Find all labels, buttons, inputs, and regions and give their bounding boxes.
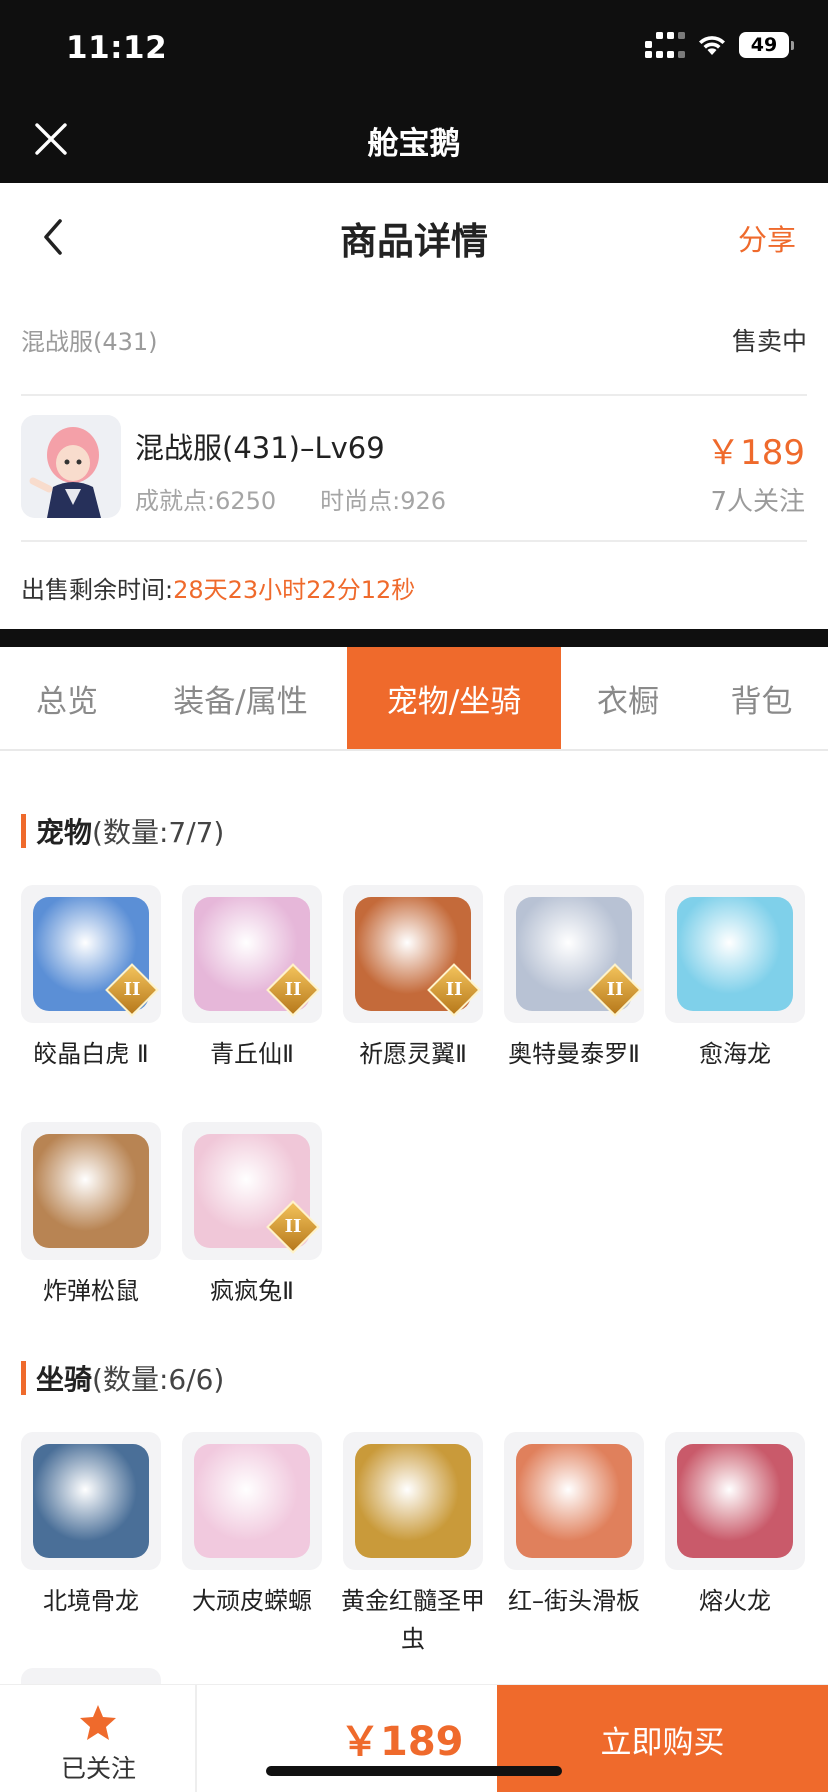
mounts-thumbnail — [343, 1432, 483, 1570]
divider — [21, 540, 807, 542]
cellular-signal-icon — [645, 32, 685, 58]
pets-section-header: 宠物 (数量:7/7) — [21, 811, 224, 851]
status-icons: 49 — [645, 32, 794, 58]
server-name: 混战服(431) — [21, 328, 158, 356]
sale-timer: 出售剩余时间:28天23小时22分12秒 — [21, 570, 415, 605]
battery-icon: 49 — [739, 32, 794, 58]
pets-artwork — [33, 1134, 149, 1248]
sale-status: 售卖中 — [731, 327, 807, 356]
server-line: 混战服(431) 售卖中 — [21, 322, 807, 358]
pets-thumbnail: II — [182, 1122, 322, 1260]
section-separator — [0, 629, 828, 647]
pets-name: 皎晶白虎 Ⅱ — [33, 1040, 149, 1068]
pets-name: 疯疯兔Ⅱ — [210, 1277, 294, 1305]
mounts-artwork — [355, 1444, 471, 1558]
mounts-item[interactable]: 黄金红髓圣甲虫 — [341, 1432, 485, 1658]
pets-count: (数量:7/7) — [92, 816, 225, 849]
pets-thumbnail: II — [504, 885, 644, 1023]
mounts-item[interactable]: 熔火龙 — [665, 1432, 805, 1620]
timer-value: 28天23小时22分12秒 — [173, 576, 416, 604]
mounts-section-header: 坐骑 (数量:6/6) — [21, 1358, 224, 1398]
pets-title: 宠物 — [36, 816, 93, 849]
wifi-icon — [697, 33, 727, 57]
mounts-item[interactable]: 北境骨龙 — [21, 1432, 161, 1620]
pets-thumbnail: II — [21, 885, 161, 1023]
listing-price: ￥189 — [706, 433, 805, 473]
tab-wardrobe[interactable]: 衣橱 — [561, 647, 695, 749]
pets-name: 祈愿灵翼Ⅱ — [359, 1040, 467, 1068]
character-name: 混战服(431)–Lv69 — [135, 431, 385, 465]
pets-item[interactable]: 愈海龙 — [665, 885, 805, 1073]
star-icon — [80, 1705, 116, 1740]
mounts-item[interactable]: 红–街头滑板 — [504, 1432, 644, 1620]
divider — [21, 394, 807, 396]
share-button[interactable]: 分享 — [738, 217, 796, 259]
pets-item[interactable]: II 青丘仙Ⅱ — [182, 885, 322, 1073]
mounts-thumbnail — [21, 1432, 161, 1570]
page-title: 商品详情 — [340, 220, 488, 263]
partial-mount-tile — [21, 1668, 161, 1684]
pets-thumbnail: II — [182, 885, 322, 1023]
mounts-thumbnail — [665, 1432, 805, 1570]
app-title: 舱宝鹅 — [367, 126, 461, 162]
pets-item[interactable]: II 祈愿灵翼Ⅱ — [343, 885, 483, 1073]
mounts-artwork — [194, 1444, 310, 1558]
mounts-name: 红–街头滑板 — [508, 1587, 640, 1615]
mounts-grid: 北境骨龙 大顽皮蝾螈 黄金红髓圣甲虫 红–街头滑板 熔火龙 — [21, 1432, 807, 1672]
timer-label: 出售剩余时间: — [21, 576, 174, 604]
mounts-thumbnail — [182, 1432, 322, 1570]
mounts-artwork — [33, 1444, 149, 1558]
pets-name: 青丘仙Ⅱ — [210, 1040, 294, 1068]
pets-thumbnail — [665, 885, 805, 1023]
tab-pets-mounts[interactable]: 宠物/坐骑 — [347, 647, 561, 749]
pets-name: 炸弹松鼠 — [43, 1277, 139, 1305]
top-bar: 11:12 49 舱宝鹅 — [0, 0, 828, 183]
pets-item[interactable]: II 奥特曼泰罗Ⅱ — [504, 885, 644, 1073]
mounts-artwork — [516, 1444, 632, 1558]
pets-thumbnail: II — [343, 885, 483, 1023]
mounts-name: 大顽皮蝾螈 — [192, 1587, 312, 1615]
pets-item[interactable]: 炸弹松鼠 — [21, 1122, 161, 1310]
pets-item[interactable]: II 皎晶白虎 Ⅱ — [21, 885, 161, 1073]
mounts-item[interactable]: 大顽皮蝾螈 — [182, 1432, 322, 1620]
mounts-thumbnail — [504, 1432, 644, 1570]
battery-level: 49 — [739, 32, 789, 58]
pets-artwork — [677, 897, 793, 1011]
fashion-points: 时尚点:926 — [320, 487, 447, 515]
pets-item[interactable]: II 疯疯兔Ⅱ — [182, 1122, 322, 1310]
tab-bar: 总览 装备/属性 宠物/坐骑 衣橱 背包 — [0, 647, 828, 751]
tab-equipment[interactable]: 装备/属性 — [134, 647, 347, 749]
follow-label: 已关注 — [60, 1754, 136, 1783]
pets-thumbnail — [21, 1122, 161, 1260]
mounts-title: 坐骑 — [36, 1363, 93, 1396]
character-stats: 成就点:6250 时尚点:926 — [135, 481, 446, 516]
mounts-name: 熔火龙 — [699, 1587, 771, 1615]
watcher-count: 7人关注 — [710, 487, 805, 517]
mounts-name: 北境骨龙 — [43, 1587, 139, 1615]
mounts-count: (数量:6/6) — [92, 1363, 225, 1396]
achievement-points: 成就点:6250 — [135, 487, 277, 515]
mounts-artwork — [677, 1444, 793, 1558]
bottom-price: ￥189 — [340, 1719, 464, 1765]
status-time: 11:12 — [66, 30, 168, 66]
pets-name: 愈海龙 — [699, 1040, 771, 1068]
page-header: 商品详情 分享 — [0, 183, 828, 291]
pets-grid: II 皎晶白虎 Ⅱ II 青丘仙Ⅱ II 祈愿灵翼Ⅱ II 奥特曼泰罗Ⅱ 愈海龙炸弹松鼠 II 疯疯… — [21, 885, 807, 1305]
character-avatar — [21, 415, 121, 518]
tab-backpack[interactable]: 背包 — [695, 647, 828, 749]
tab-overview[interactable]: 总览 — [0, 647, 134, 749]
listing-summary: 混战服(431)–Lv69 成就点:6250 时尚点:926 ￥189 7人关注 — [21, 415, 807, 520]
follow-button[interactable]: 已关注 — [0, 1685, 197, 1792]
mounts-name: 黄金红髓圣甲虫 — [341, 1587, 485, 1653]
pets-name: 奥特曼泰罗Ⅱ — [508, 1040, 640, 1068]
home-indicator — [266, 1766, 562, 1776]
